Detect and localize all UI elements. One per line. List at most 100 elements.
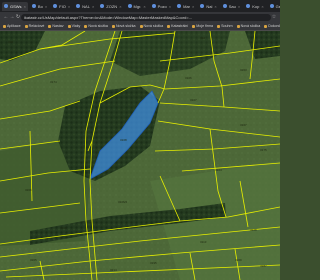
parcel-number: 3113 bbox=[200, 240, 207, 244]
folder-icon bbox=[139, 24, 143, 28]
bookmark-item[interactable]: Aplikace bbox=[3, 24, 21, 28]
folder-icon bbox=[67, 24, 71, 28]
browser-tab[interactable]: Bo × bbox=[30, 2, 49, 11]
bookmark-label: Nová složka bbox=[240, 24, 261, 28]
bookmark-label: Vlaky bbox=[71, 24, 81, 28]
folder-icon bbox=[264, 24, 268, 28]
parcel-number: 318 bbox=[8, 40, 13, 44]
browser-tab[interactable]: Mgr. × bbox=[126, 2, 148, 11]
close-icon[interactable]: × bbox=[24, 4, 26, 9]
tab-label: Pozo bbox=[157, 3, 167, 9]
tab-label: Geor bbox=[275, 3, 280, 9]
bookmark-item[interactable]: Reláciové bbox=[24, 24, 44, 28]
bookmark-label: Nová složka bbox=[143, 24, 164, 28]
parcel-number: 3265 bbox=[30, 258, 37, 262]
folder-icon bbox=[84, 24, 88, 28]
browser-tab[interactable]: Sau × bbox=[221, 2, 242, 11]
url-field[interactable]: ikatastr.cz/UsMap/default.aspx?Theme=kn&… bbox=[21, 13, 271, 21]
cadastral-map[interactable]: 318 322 3174 3106 3263 3107 3168 3167 3175 3206 31… bbox=[0, 31, 280, 280]
close-icon[interactable]: × bbox=[169, 4, 171, 9]
tab-favicon-icon bbox=[222, 4, 227, 8]
tab-favicon-icon bbox=[100, 4, 105, 8]
star-icon[interactable]: ☆ bbox=[271, 14, 277, 20]
parcel-number: 3104 bbox=[215, 168, 222, 172]
tab-label: Bo bbox=[37, 3, 43, 9]
close-icon[interactable]: × bbox=[68, 4, 70, 9]
browser-tab[interactable]: Geor× bbox=[268, 2, 280, 11]
browser-tab[interactable]: FIO × bbox=[51, 2, 72, 11]
parcel-number: 3167 bbox=[240, 123, 247, 127]
parcel-number: 3263 bbox=[240, 68, 247, 72]
bookmark-item[interactable]: Dokončeno bbox=[264, 24, 280, 28]
close-icon[interactable]: × bbox=[238, 4, 240, 9]
map-canvas[interactable]: 318 322 3174 3106 3263 3107 3168 3167 3175 3206 31… bbox=[0, 31, 280, 280]
bookmark-item[interactable]: Souhrn bbox=[217, 24, 233, 28]
bookmarks-bar: Aplikace Reláciové Nastav Vlaky Nová složka N… bbox=[0, 22, 280, 31]
bookmark-item[interactable]: Nastav bbox=[48, 24, 64, 28]
tab-label: Mgr. bbox=[133, 3, 142, 9]
bookmark-label: Souhrn bbox=[221, 24, 233, 28]
parcel-number: 3206 bbox=[25, 188, 32, 192]
parcel-number: 3108 bbox=[60, 226, 67, 230]
bookmark-item[interactable]: Nová složka bbox=[236, 24, 261, 28]
parcel-number: 322 bbox=[200, 36, 205, 40]
bookmark-label: Nová složka bbox=[115, 24, 136, 28]
close-icon[interactable]: × bbox=[119, 4, 121, 9]
tab-label: NAL bbox=[82, 3, 90, 9]
folder-icon bbox=[48, 24, 52, 28]
bookmark-item[interactable]: Moje firma bbox=[192, 24, 213, 28]
tab-label: FIO bbox=[59, 3, 66, 9]
tab-label: Kop bbox=[252, 3, 260, 9]
folder-icon bbox=[236, 24, 240, 28]
parcel-number: 3106/2 bbox=[118, 200, 128, 204]
bookmark-label: Moje firma bbox=[196, 24, 214, 28]
parcel-number: 3228 bbox=[250, 228, 257, 232]
browser-tab[interactable]: Mar × bbox=[175, 2, 196, 11]
bookmark-item[interactable]: Nová složka bbox=[139, 24, 164, 28]
browser-tab[interactable]: NAL × bbox=[74, 2, 96, 11]
close-icon[interactable]: × bbox=[214, 4, 216, 9]
tab-favicon-icon bbox=[177, 4, 182, 8]
tab-favicon-icon bbox=[151, 4, 156, 8]
parcel-number: 3174 bbox=[50, 80, 57, 84]
parcel-number: 3214 bbox=[110, 268, 117, 272]
folder-icon bbox=[192, 24, 196, 28]
tab-favicon-icon bbox=[53, 4, 58, 8]
parcel-number: 3287 bbox=[260, 264, 267, 268]
bookmark-label: Katastrální bbox=[171, 24, 189, 28]
browser-tab[interactable]: Pozo × bbox=[150, 2, 173, 11]
folder-icon bbox=[217, 24, 221, 28]
bookmark-label: Nastav bbox=[52, 24, 64, 28]
address-bar: ← → ↻ ikatastr.cz/UsMap/default.aspx?The… bbox=[0, 12, 280, 22]
tab-label: Mar bbox=[183, 3, 191, 9]
browser-tab[interactable]: Nal × bbox=[198, 2, 218, 11]
parcel-number: 3168 bbox=[120, 138, 127, 142]
parcel-number: 3175 bbox=[260, 148, 267, 152]
tab-label: Sau bbox=[228, 3, 236, 9]
browser-tab[interactable]: ZOZN × bbox=[98, 2, 123, 11]
parcel-number: 3106 bbox=[185, 76, 192, 80]
tab-favicon-icon bbox=[4, 4, 8, 8]
tab-favicon-icon bbox=[76, 4, 81, 8]
browser-tab-bar: GSWs × Bo × FIO × NAL × ZOZN × Mgr. × Pozo × Mar × Nal × S… bbox=[0, 0, 280, 12]
tab-favicon-icon bbox=[127, 4, 132, 8]
tab-favicon-icon bbox=[246, 4, 251, 8]
close-icon[interactable]: × bbox=[192, 4, 194, 9]
bookmark-item[interactable]: Vlaky bbox=[67, 24, 81, 28]
close-icon[interactable]: × bbox=[261, 4, 263, 9]
tab-label: Nal bbox=[206, 3, 213, 9]
parcel-number: 3209 bbox=[235, 258, 242, 262]
bookmark-item[interactable]: Katastrální bbox=[167, 24, 188, 28]
close-icon[interactable]: × bbox=[92, 4, 94, 9]
browser-tab[interactable]: Kop × bbox=[244, 2, 265, 11]
close-icon[interactable]: × bbox=[143, 4, 145, 9]
browser-tab[interactable]: GSWs × bbox=[2, 1, 28, 11]
tab-label: GSWs bbox=[10, 3, 22, 9]
close-icon[interactable]: × bbox=[45, 4, 47, 9]
tab-favicon-icon bbox=[200, 4, 205, 8]
parcel-number: 3195 bbox=[150, 261, 157, 265]
tab-favicon-icon bbox=[269, 4, 274, 8]
folder-icon bbox=[24, 24, 28, 28]
bookmark-item[interactable]: Nová složka bbox=[111, 24, 136, 28]
bookmark-item[interactable]: Nová složka bbox=[84, 24, 108, 28]
